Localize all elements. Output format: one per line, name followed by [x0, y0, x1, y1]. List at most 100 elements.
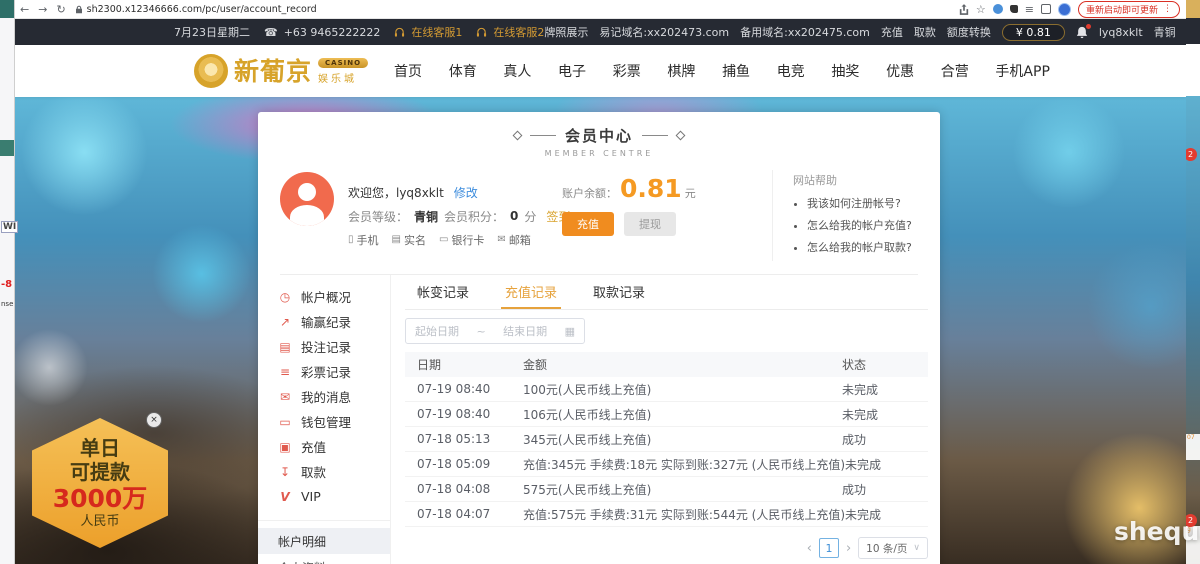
ornament-line — [530, 135, 556, 136]
cell-date: 07-18 04:08 — [417, 482, 523, 496]
verify-email[interactable]: ✉邮箱 — [497, 232, 530, 248]
help-item[interactable]: 怎么给我的帐户取款? — [807, 239, 918, 255]
right-sliver-nav — [1186, 44, 1200, 96]
cell-status: 未完成 — [842, 406, 916, 423]
browser-profile-avatar[interactable] — [1058, 3, 1071, 16]
table-row[interactable]: 07-19 08:40100元(人民币线上充值)未完成 — [405, 377, 928, 402]
table-row[interactable]: 07-18 05:09充值:345元 手续费:18元 实际到账:327元 (人民… — [405, 452, 928, 477]
nav-item-fishing[interactable]: 捕鱼 — [722, 61, 750, 81]
sidebar-item-label: 输赢纪录 — [301, 312, 351, 331]
sidebar-item-winloss-records[interactable]: ↗输赢纪录 — [258, 309, 390, 334]
nav-item-sports[interactable]: 体育 — [449, 61, 477, 81]
left-sliver-teal-block-2 — [0, 140, 14, 156]
cell-date: 07-19 08:40 — [417, 382, 523, 396]
promo-close-button[interactable]: × — [146, 412, 162, 428]
table-row[interactable]: 07-18 04:08575元(人民币线上充值)成功 — [405, 477, 928, 502]
points-label: 会员积分： — [444, 208, 504, 225]
sidebar-subitem-account-detail[interactable]: 帐户明细 — [258, 528, 390, 554]
online-cs2-link[interactable]: 在线客服2 — [476, 24, 544, 40]
forward-button[interactable]: → — [38, 4, 47, 15]
topbar-deposit-link[interactable]: 充值 — [881, 24, 903, 40]
back-button[interactable]: ← — [20, 4, 29, 15]
nav-item-esports[interactable]: 电竞 — [777, 61, 805, 81]
site-nav: 新葡京 CASINO 娱乐城 首页 体育 真人 电子 彩票 棋牌 捕鱼 电竞 抽… — [14, 45, 1186, 97]
sidebar-item-lottery-records[interactable]: ≡彩票记录 — [258, 359, 390, 384]
online-cs1-link[interactable]: 在线客服1 — [394, 24, 462, 40]
address-bar[interactable]: sh2300.x12346666.com/pc/user/account_rec… — [75, 4, 317, 15]
nav-item-lottery[interactable]: 彩票 — [613, 61, 641, 81]
balance-pill[interactable]: ¥ 0.81 — [1002, 24, 1065, 41]
update-browser-button[interactable]: 重新启动即可更新 ⋮ — [1078, 1, 1180, 18]
sidebar-item-withdraw[interactable]: ↧取款 — [258, 459, 390, 484]
level-value: 青铜 — [414, 208, 438, 225]
help-item[interactable]: 我该如何注册帐号? — [807, 195, 918, 211]
domain-backup: 备用域名:xx202475.com — [740, 24, 870, 40]
tab-list-icon[interactable]: ≡ — [1025, 4, 1034, 15]
sidebar-item-messages[interactable]: ✉我的消息 — [258, 384, 390, 409]
nav-item-chess[interactable]: 棋牌 — [667, 61, 695, 81]
bank-card-icon: ▭ — [439, 234, 448, 245]
table-row[interactable]: 07-18 04:07充值:575元 手续费:31元 实际到账:544元 (人民… — [405, 502, 928, 527]
nav-item-home[interactable]: 首页 — [394, 61, 422, 81]
date-range-picker[interactable]: 起始日期 ~ 结束日期 ▦ — [405, 318, 585, 344]
col-amount: 金额 — [523, 356, 842, 373]
start-date-placeholder: 起始日期 — [415, 323, 459, 339]
help-item[interactable]: 怎么给我的帐户充值? — [807, 217, 918, 233]
sidebar-item-bet-records[interactable]: ▤投注记录 — [258, 334, 390, 359]
prev-page-button[interactable]: ‹ — [807, 541, 812, 556]
table-row[interactable]: 07-19 08:40106元(人民币线上充值)未完成 — [405, 402, 928, 427]
verify-realname[interactable]: ▤实名 — [392, 232, 426, 248]
phone-line: ☎ +63 9465222222 — [264, 26, 380, 39]
records-content: 帐变记录 充值记录 取款记录 起始日期 ~ 结束日期 ▦ — [391, 275, 940, 564]
site-logo[interactable]: 新葡京 CASINO 娱乐城 — [194, 54, 368, 88]
verify-phone[interactable]: ▯手机 — [348, 232, 379, 248]
promo-line4: 人民币 — [80, 514, 119, 530]
tab-deposit-records[interactable]: 充值记录 — [501, 275, 561, 309]
page-size-select[interactable]: 10 条/页 ∨ — [858, 537, 928, 559]
cell-amount: 106元(人民币线上充值) — [523, 406, 842, 423]
sidebar-subitem-personal-profile[interactable]: 个人资料 — [258, 554, 390, 564]
sidebar-item-account-overview[interactable]: ◷帐户概况 — [258, 284, 390, 309]
quota-transfer-link[interactable]: 额度转换 — [947, 24, 991, 40]
nav-item-draw[interactable]: 抽奖 — [831, 61, 859, 81]
withdraw-button[interactable]: 提现 — [624, 212, 676, 236]
topbar-withdraw-link[interactable]: 取款 — [914, 24, 936, 40]
extension-icon[interactable] — [993, 4, 1003, 14]
reload-button[interactable]: ↻ — [56, 4, 65, 15]
tab-withdraw-records[interactable]: 取款记录 — [589, 275, 649, 309]
nav-item-live[interactable]: 真人 — [503, 61, 531, 81]
balance-unit: 元 — [685, 185, 696, 201]
brand-badge: CASINO — [318, 58, 368, 68]
next-page-button[interactable]: › — [846, 541, 851, 556]
license-link[interactable]: 牌照展示 — [544, 24, 588, 40]
sidebar-item-label: 钱包管理 — [301, 412, 351, 431]
nav-item-mobile-app[interactable]: 手机APP — [995, 61, 1049, 81]
nav-item-slots[interactable]: 电子 — [558, 61, 586, 81]
bookmark-star-icon[interactable]: ☆ — [976, 4, 986, 15]
bell-icon[interactable] — [1076, 26, 1088, 39]
date-separator: ~ — [476, 325, 485, 338]
user-level-text: 青铜 — [1154, 24, 1176, 40]
sidebar-item-deposit[interactable]: ▣充值 — [258, 434, 390, 459]
modify-link[interactable]: 修改 — [454, 184, 478, 201]
nav-item-affiliate[interactable]: 合营 — [941, 61, 969, 81]
sidebar-item-wallet[interactable]: ▭ 钱包管理 — [258, 409, 390, 434]
nav-item-promotions[interactable]: 优惠 — [886, 61, 914, 81]
tab-account-changes[interactable]: 帐变记录 — [413, 275, 473, 309]
verify-phone-label: 手机 — [357, 232, 379, 248]
promo-hexagon[interactable]: 单日 可提款 3000万 人民币 — [32, 418, 168, 548]
pin-icon[interactable] — [1010, 5, 1018, 13]
help-list: 我该如何注册帐号? 怎么给我的帐户充值? 怎么给我的帐户取款? — [793, 195, 918, 255]
list-icon: ≡ — [278, 365, 292, 379]
tab-switcher-icon[interactable] — [1041, 4, 1051, 14]
verify-bankcard[interactable]: ▭银行卡 — [439, 232, 484, 248]
table-row[interactable]: 07-18 05:13345元(人民币线上充值)成功 — [405, 427, 928, 452]
end-date-placeholder: 结束日期 — [503, 323, 547, 339]
share-icon[interactable] — [959, 4, 969, 15]
cell-status: 成功 — [842, 481, 916, 498]
right-sliver-toolbar — [1186, 0, 1200, 18]
sidebar-item-vip[interactable]: VVIP — [258, 484, 390, 509]
page-1-button[interactable]: 1 — [819, 538, 839, 558]
wallet-icon: ▭ — [278, 415, 292, 429]
deposit-button[interactable]: 充值 — [562, 212, 614, 236]
